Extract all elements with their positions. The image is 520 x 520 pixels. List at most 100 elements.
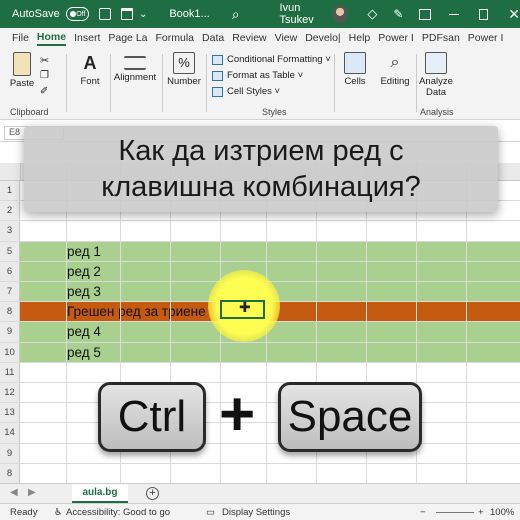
save-icon[interactable] — [99, 8, 112, 20]
user-name[interactable]: Ivun Tsukev — [280, 2, 327, 26]
space-key: Space — [278, 382, 422, 452]
row-number[interactable]: 9 — [0, 443, 20, 463]
table-row[interactable]: 13 — [0, 403, 520, 424]
autosave-toggle[interactable]: Off — [65, 7, 90, 21]
display-settings[interactable]: Display Settings — [222, 507, 290, 518]
percent-icon: % — [173, 52, 195, 74]
ribbon-display-icon[interactable] — [419, 8, 432, 20]
folder-icon[interactable] — [121, 8, 133, 20]
tab-4[interactable]: Page La — [108, 32, 147, 44]
tab-11[interactable]: Power I — [378, 32, 414, 44]
row-number[interactable]: 10 — [0, 342, 20, 362]
cells-label: Cells — [344, 76, 366, 87]
row-number[interactable]: 14 — [0, 423, 20, 443]
add-sheet-icon[interactable]: + — [146, 487, 159, 500]
accessibility-icon: ♿ — [54, 507, 63, 518]
tab-6[interactable]: Data — [202, 32, 224, 44]
table-row[interactable]: 3 — [0, 221, 520, 242]
styles-group-label: Styles — [262, 107, 287, 117]
title-bar: AutoSave Off ⌄ Book1... ⌕ Ivun Tsukev ◇ … — [0, 0, 520, 28]
row-number[interactable]: 5 — [0, 241, 20, 261]
tab-5[interactable]: Formula — [156, 32, 195, 44]
diamond-icon[interactable]: ◇ — [367, 6, 377, 22]
tab-8[interactable]: View — [275, 32, 298, 44]
paste-label: Paste — [9, 78, 35, 89]
table-row[interactable]: 5 ред 1 — [0, 241, 520, 262]
tab-12[interactable]: PDFsan — [422, 32, 460, 44]
analyze-data-icon — [425, 52, 447, 74]
tab-7[interactable]: Review — [232, 32, 266, 44]
conditional-formatting-button[interactable]: Conditional Formatting ˅ — [212, 54, 331, 65]
row-number[interactable]: 6 — [0, 261, 20, 281]
conditional-formatting-icon — [212, 54, 223, 65]
search-icon: ⌕ — [390, 54, 400, 71]
analysis-group-label: Analysis — [420, 107, 454, 117]
table-row[interactable]: 10 ред 5 — [0, 342, 520, 363]
tab-3[interactable]: Insert — [74, 32, 100, 44]
cell-text: Грешен ред за триене — [67, 304, 206, 320]
zoom-slider[interactable] — [436, 512, 474, 513]
minimize-button[interactable] — [449, 13, 459, 15]
sheet-tab-aula[interactable]: aula.bg — [72, 484, 128, 504]
search-icon[interactable]: ⌕ — [232, 6, 240, 23]
clipboard-group-label: Clipboard — [10, 107, 49, 117]
cell-text: ред 3 — [67, 284, 101, 299]
copy-icon[interactable]: ❐ — [40, 70, 49, 81]
row-number[interactable]: 1 — [0, 181, 20, 201]
tab-13[interactable]: Power I — [468, 32, 504, 44]
ribbon-tabs: File Home Insert Page La Formula Data Review Vi… — [0, 28, 520, 48]
cell-text: ред 2 — [67, 263, 101, 279]
number-label: Number — [167, 76, 201, 87]
tab-10[interactable]: Help — [349, 32, 371, 44]
cell-styles-button[interactable]: Cell Styles ˅ — [212, 86, 280, 97]
cells-button[interactable]: Cells — [340, 52, 370, 87]
cell-text: ред 5 — [67, 344, 101, 360]
prev-sheet-icon[interactable]: ◀ — [10, 487, 18, 498]
editing-button[interactable]: ⌕ Editing — [378, 52, 412, 87]
table-row[interactable]: 11 — [0, 362, 520, 383]
row-number[interactable]: 2 — [0, 201, 20, 221]
zoom-out-icon[interactable]: − — [420, 507, 426, 518]
row-number[interactable]: 8 — [0, 302, 20, 322]
accessibility-status[interactable]: Accessibility: Good to go — [66, 507, 170, 518]
table-row[interactable]: 9 — [0, 443, 520, 464]
zoom-in-icon[interactable]: + — [478, 507, 484, 518]
row-number[interactable]: 13 — [0, 403, 20, 423]
tab-1[interactable]: File — [12, 32, 29, 44]
close-button[interactable]: ✕ — [508, 6, 520, 23]
table-row[interactable]: 8 — [0, 463, 520, 484]
row-number[interactable]: 9 — [0, 322, 20, 342]
table-row[interactable]: 12 — [0, 383, 520, 404]
pen-icon[interactable]: ✎ — [393, 7, 403, 21]
ctrl-key: Ctrl — [98, 382, 206, 452]
cut-icon[interactable]: ✂ — [40, 54, 49, 67]
avatar[interactable] — [332, 5, 348, 23]
ribbon: Paste ✂ ❐ ✐ Clipboard A Font Alignment %… — [0, 48, 520, 120]
format-painter-icon[interactable]: ✐ — [40, 86, 48, 97]
analyze-data-label-2: Data — [425, 87, 447, 98]
analyze-data-button[interactable]: Analyze Data — [418, 52, 454, 98]
workbook-name[interactable]: Book1... — [169, 8, 209, 20]
row-number[interactable]: 11 — [0, 362, 20, 382]
number-button[interactable]: % Number — [164, 52, 204, 87]
maximize-button[interactable] — [478, 8, 489, 20]
editing-label: Editing — [380, 76, 410, 87]
alignment-button[interactable]: Alignment — [112, 52, 158, 83]
row-number[interactable]: 7 — [0, 282, 20, 302]
row-number[interactable]: 3 — [0, 221, 20, 241]
table-row[interactable]: 14 — [0, 423, 520, 444]
tab-9[interactable]: Develo| — [305, 32, 340, 44]
tab-2[interactable]: Home — [36, 31, 67, 46]
cell-cursor-icon: ✚ — [239, 299, 251, 315]
zoom-level[interactable]: 100% — [490, 507, 514, 518]
chevron-down-icon[interactable]: ⌄ — [139, 9, 147, 20]
next-sheet-icon[interactable]: ▶ — [28, 487, 36, 498]
font-button[interactable]: A Font — [74, 52, 106, 87]
paste-button[interactable]: Paste — [8, 52, 36, 89]
format-as-table-button[interactable]: Format as Table ˅ — [212, 70, 303, 81]
row-number[interactable]: 8 — [0, 463, 20, 483]
display-settings-icon: ▭ — [206, 507, 215, 518]
status-bar: Ready ♿ Accessibility: Good to go ▭ Disp… — [0, 503, 520, 520]
cell-text: ред 1 — [67, 243, 101, 259]
row-number[interactable]: 12 — [0, 383, 20, 403]
